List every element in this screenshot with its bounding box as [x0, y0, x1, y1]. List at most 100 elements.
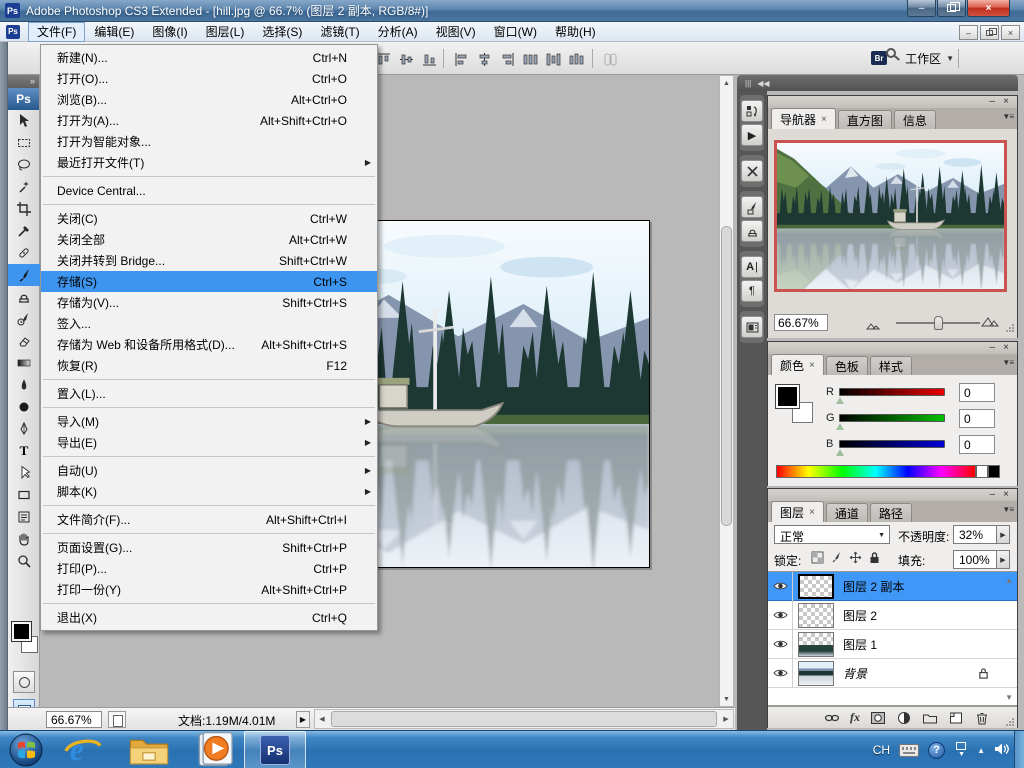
- menu-edit[interactable]: 编辑(E): [85, 22, 143, 42]
- menu-item-save-as[interactable]: 存储为(V)...Shift+Ctrl+S: [41, 292, 377, 313]
- tab-layers[interactable]: 图层×: [771, 501, 824, 522]
- tab-histogram[interactable]: 直方图: [838, 110, 892, 129]
- page-preview-icon[interactable]: [108, 711, 126, 728]
- new-layer-icon[interactable]: [948, 711, 964, 725]
- restore-button[interactable]: [937, 0, 966, 17]
- tool-presets-panel-icon[interactable]: [741, 160, 763, 182]
- layer-row-background[interactable]: 背景: [768, 659, 1017, 688]
- actions-panel-icon[interactable]: ▶: [741, 124, 763, 146]
- menu-layer[interactable]: 图层(L): [197, 22, 254, 42]
- green-slider-thumb[interactable]: [836, 423, 844, 430]
- navigator-zoom-slider[interactable]: [896, 322, 980, 324]
- tab-info[interactable]: 信息: [894, 110, 936, 129]
- blur-tool[interactable]: [8, 374, 40, 396]
- delete-layer-icon[interactable]: [974, 711, 990, 725]
- menu-select[interactable]: 选择(S): [253, 22, 311, 42]
- menu-item-browse[interactable]: 浏览(B)...Alt+Ctrl+O: [41, 89, 377, 110]
- menu-item-scripts[interactable]: 脚本(K)▶: [41, 481, 377, 502]
- menu-item-open[interactable]: 打开(O)...Ctrl+O: [41, 68, 377, 89]
- type-tool[interactable]: T: [8, 440, 40, 462]
- toolbox-collapse-handle[interactable]: »: [8, 75, 39, 88]
- red-slider[interactable]: [839, 388, 945, 396]
- menu-item-close-all[interactable]: 关闭全部Alt+Ctrl+W: [41, 229, 377, 250]
- doc-restore-button[interactable]: [980, 25, 999, 40]
- menu-item-check-in[interactable]: 签入...: [41, 313, 377, 334]
- blue-slider[interactable]: [839, 440, 945, 448]
- doc-close-button[interactable]: ×: [1001, 25, 1020, 40]
- foreground-color-swatch[interactable]: [12, 622, 31, 641]
- menu-window[interactable]: 窗口(W): [485, 22, 546, 42]
- lock-pixels-icon[interactable]: [829, 550, 844, 565]
- green-value-field[interactable]: 0: [959, 409, 995, 428]
- volume-icon[interactable]: [994, 742, 1010, 759]
- red-slider-thumb[interactable]: [836, 397, 844, 404]
- opacity-spinner-icon[interactable]: ▶: [997, 525, 1010, 544]
- panel-minimize-icon[interactable]: –: [989, 489, 995, 500]
- tab-swatches[interactable]: 色板: [826, 356, 868, 375]
- align-right-icon[interactable]: [498, 50, 516, 68]
- help-icon[interactable]: ?: [928, 742, 945, 759]
- lock-all-icon[interactable]: [867, 550, 882, 565]
- opacity-field[interactable]: 32%: [953, 525, 997, 544]
- align-left-icon[interactable]: [452, 50, 470, 68]
- go-to-bridge-button[interactable]: Br: [871, 48, 897, 68]
- zoom-in-icon[interactable]: [981, 315, 999, 330]
- tab-color[interactable]: 颜色×: [771, 354, 824, 375]
- zoom-out-icon[interactable]: [866, 319, 880, 333]
- workspace-button[interactable]: 工作区 ▼: [905, 50, 954, 67]
- zoom-slider-thumb[interactable]: [934, 316, 943, 330]
- align-vcenter-icon[interactable]: [397, 50, 415, 68]
- tab-paths[interactable]: 路径: [870, 503, 912, 522]
- layer-name[interactable]: 背景: [843, 665, 867, 682]
- history-panel-icon[interactable]: [741, 100, 763, 122]
- layer-style-icon[interactable]: fx: [850, 710, 860, 725]
- clone-stamp-tool[interactable]: [8, 286, 40, 308]
- blend-mode-select[interactable]: 正常▼: [774, 525, 890, 544]
- link-layers-icon[interactable]: [824, 711, 840, 725]
- clone-source-panel-icon[interactable]: [741, 220, 763, 242]
- tab-navigator[interactable]: 导航器×: [771, 108, 836, 129]
- layer-comps-panel-icon[interactable]: [741, 316, 763, 338]
- menu-item-close[interactable]: 关闭(C)Ctrl+W: [41, 208, 377, 229]
- file-explorer-icon[interactable]: [128, 734, 170, 766]
- layer-name[interactable]: 图层 2: [843, 607, 877, 624]
- marquee-tool[interactable]: [8, 132, 40, 154]
- lock-transparency-icon[interactable]: [810, 550, 825, 565]
- tab-styles[interactable]: 样式: [870, 356, 912, 375]
- menu-item-device-central[interactable]: Device Central...: [41, 180, 377, 201]
- fill-field[interactable]: 100%: [953, 550, 997, 569]
- tab-close-icon[interactable]: ×: [809, 360, 815, 371]
- status-zoom-field[interactable]: 66.67%: [46, 711, 102, 728]
- adjustment-layer-icon[interactable]: [896, 711, 912, 725]
- action-center-icon[interactable]: ▼: [954, 742, 968, 758]
- panel-minimize-icon[interactable]: –: [989, 342, 995, 353]
- close-button[interactable]: ×: [967, 0, 1010, 17]
- list-scroll-up-icon[interactable]: ▲: [1005, 576, 1013, 585]
- shape-tool[interactable]: [8, 484, 40, 506]
- doc-minimize-button[interactable]: –: [959, 25, 978, 40]
- vertical-scrollbar[interactable]: ▲ ▼: [719, 75, 734, 707]
- dodge-tool[interactable]: [8, 396, 40, 418]
- menu-item-place[interactable]: 置入(L)...: [41, 383, 377, 404]
- crop-tool[interactable]: [8, 198, 40, 220]
- distribute-bottom-icon[interactable]: [567, 50, 585, 68]
- lasso-tool[interactable]: [8, 154, 40, 176]
- align-bottom-icon[interactable]: [420, 50, 438, 68]
- layer-thumbnail[interactable]: [798, 574, 834, 599]
- show-hidden-icons[interactable]: ▲: [977, 746, 985, 755]
- tab-close-icon[interactable]: ×: [821, 114, 827, 125]
- quick-mask-button[interactable]: [13, 671, 35, 693]
- menu-item-save-for-web[interactable]: 存储为 Web 和设备所用格式(D)...Alt+Shift+Ctrl+S: [41, 334, 377, 355]
- scroll-left-icon[interactable]: ◀: [315, 710, 329, 728]
- lock-position-icon[interactable]: [848, 550, 863, 565]
- red-value-field[interactable]: 0: [959, 383, 995, 402]
- visibility-toggle[interactable]: [768, 601, 793, 630]
- taskbar-photoshop-button[interactable]: Ps: [244, 731, 306, 768]
- panel-close-icon[interactable]: ×: [1003, 489, 1009, 500]
- blue-value-field[interactable]: 0: [959, 435, 995, 454]
- panel-menu-icon[interactable]: ▼≡: [1002, 112, 1013, 121]
- brush-tool[interactable]: [8, 264, 40, 286]
- menu-item-save[interactable]: 存储(S)Ctrl+S: [41, 271, 377, 292]
- layer-row-layer2-copy[interactable]: 图层 2 副本 ▲: [768, 572, 1017, 601]
- layer-thumbnail[interactable]: [798, 603, 834, 628]
